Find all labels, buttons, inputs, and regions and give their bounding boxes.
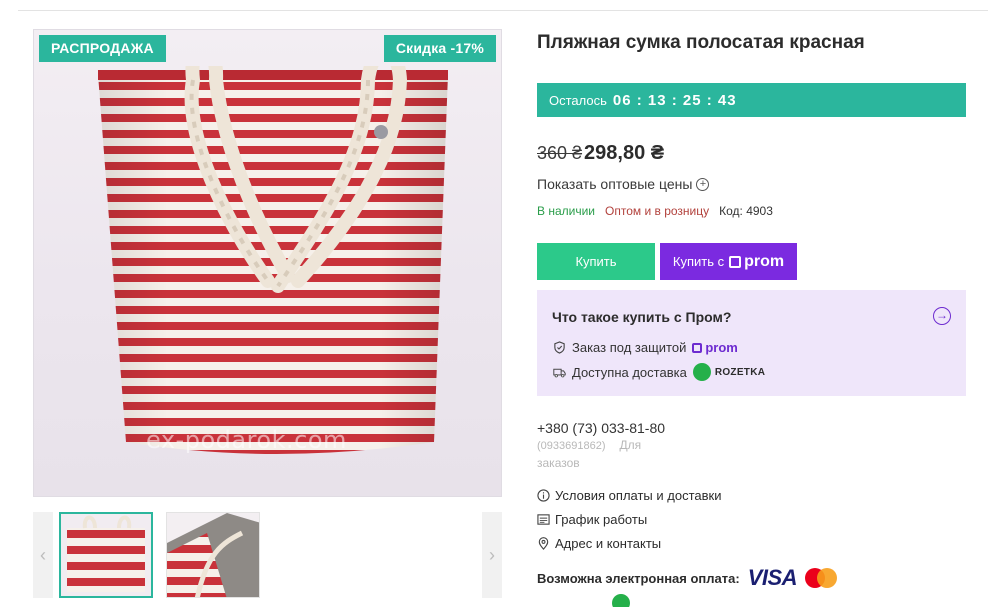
product-title: Пляжная сумка полосатая красная xyxy=(537,32,865,53)
price-row: 360 ₴ 298,80 ₴ xyxy=(537,142,664,165)
show-wholesale-prices-link[interactable]: Показать оптовые цены + xyxy=(537,176,710,192)
schedule-link[interactable]: График работы xyxy=(537,512,647,527)
prom-protection-line: Заказ под защитой prom xyxy=(553,340,738,355)
buy-with-prom-button[interactable]: Купить с prom xyxy=(660,243,797,280)
payment-label: Возможна электронная оплата: xyxy=(537,570,740,586)
phone-note: (0933691862) Для заказов xyxy=(537,437,647,472)
shield-check-icon xyxy=(554,341,565,354)
address-link[interactable]: Адрес и контакты xyxy=(537,536,661,551)
availability-row: В наличии Оптом и в розницу Код: 4903 xyxy=(537,204,773,218)
watermark: ex-podarok.com xyxy=(146,426,347,454)
thumb-next-arrow[interactable]: › xyxy=(482,512,502,598)
timer-value: 06 : 13 : 25 : 43 xyxy=(612,91,737,109)
address-label: Адрес и контакты xyxy=(555,536,662,551)
prom-info-box: Что такое купить с Пром? → Заказ под защ… xyxy=(537,290,966,396)
old-price: 360 ₴ xyxy=(537,143,583,163)
info-icon xyxy=(537,489,550,502)
wholesale-link-label: Показать оптовые цены xyxy=(537,176,693,192)
phone-number[interactable]: +380 (73) 033-81-80 xyxy=(537,420,665,436)
timer-label: Осталось xyxy=(549,92,607,108)
mastercard-logo-icon xyxy=(805,568,838,588)
prom-delivery-line: Доступна доставка ROZETKA xyxy=(553,363,765,381)
truck-icon xyxy=(553,368,566,377)
sale-type: Оптом и в розницу xyxy=(605,204,710,218)
discount-badge: Скидка -17% xyxy=(383,35,496,62)
sale-badge: РАСПРОДАЖА xyxy=(39,35,166,62)
thumbnail-strip: ‹ › xyxy=(33,512,502,598)
product-code: Код: 4903 xyxy=(719,204,773,218)
countdown-timer: Осталось 06 : 13 : 25 : 43 xyxy=(537,83,966,117)
prom-small-logo-icon: prom xyxy=(692,340,738,355)
arrow-right-circle-icon[interactable]: → xyxy=(933,307,951,325)
rozetka-logo-icon: ROZETKA xyxy=(692,363,766,381)
prom-logo-text: prom xyxy=(744,252,785,270)
schedule-label: График работы xyxy=(555,512,648,527)
schedule-icon xyxy=(537,514,550,525)
buy-with-prom-label: Купить с xyxy=(672,254,725,269)
payment-delivery-label: Условия оплаты и доставки xyxy=(555,488,722,503)
electronic-payment-row: Возможна электронная оплата: VISA xyxy=(537,565,838,591)
visa-logo-icon: VISA xyxy=(747,565,798,590)
phone-alt-number: (0933691862) xyxy=(537,440,606,452)
striped-bag-image xyxy=(98,66,448,454)
current-price: 298,80 ₴ xyxy=(584,142,665,164)
partial-green-icon xyxy=(612,594,630,607)
main-product-photo[interactable]: РАСПРОДАЖА Скидка -17% ex-podarok.com xyxy=(33,29,502,497)
protection-text: Заказ под защитой xyxy=(572,340,687,355)
in-stock-status: В наличии xyxy=(537,204,596,218)
prom-logo-icon: prom xyxy=(729,253,784,271)
plus-circle-icon: + xyxy=(696,177,710,191)
buy-button[interactable]: Купить xyxy=(537,243,655,280)
thumbnail-bag-inside-image xyxy=(167,513,259,597)
top-divider xyxy=(18,10,988,11)
thumbnail-bag-image xyxy=(61,514,151,596)
prom-box-title: Что такое купить с Пром? xyxy=(552,309,732,325)
payment-delivery-link[interactable]: Условия оплаты и доставки xyxy=(537,488,721,503)
delivery-text: Доступна доставка xyxy=(572,364,687,380)
thumbnail-2[interactable] xyxy=(166,512,260,598)
thumb-prev-arrow[interactable]: ‹ xyxy=(33,512,53,598)
map-pin-icon xyxy=(538,537,549,550)
rozetka-logo-text: ROZETKA xyxy=(714,366,766,378)
thumbnail-1[interactable] xyxy=(59,512,153,598)
prom-small-logo-text: prom xyxy=(705,340,738,355)
